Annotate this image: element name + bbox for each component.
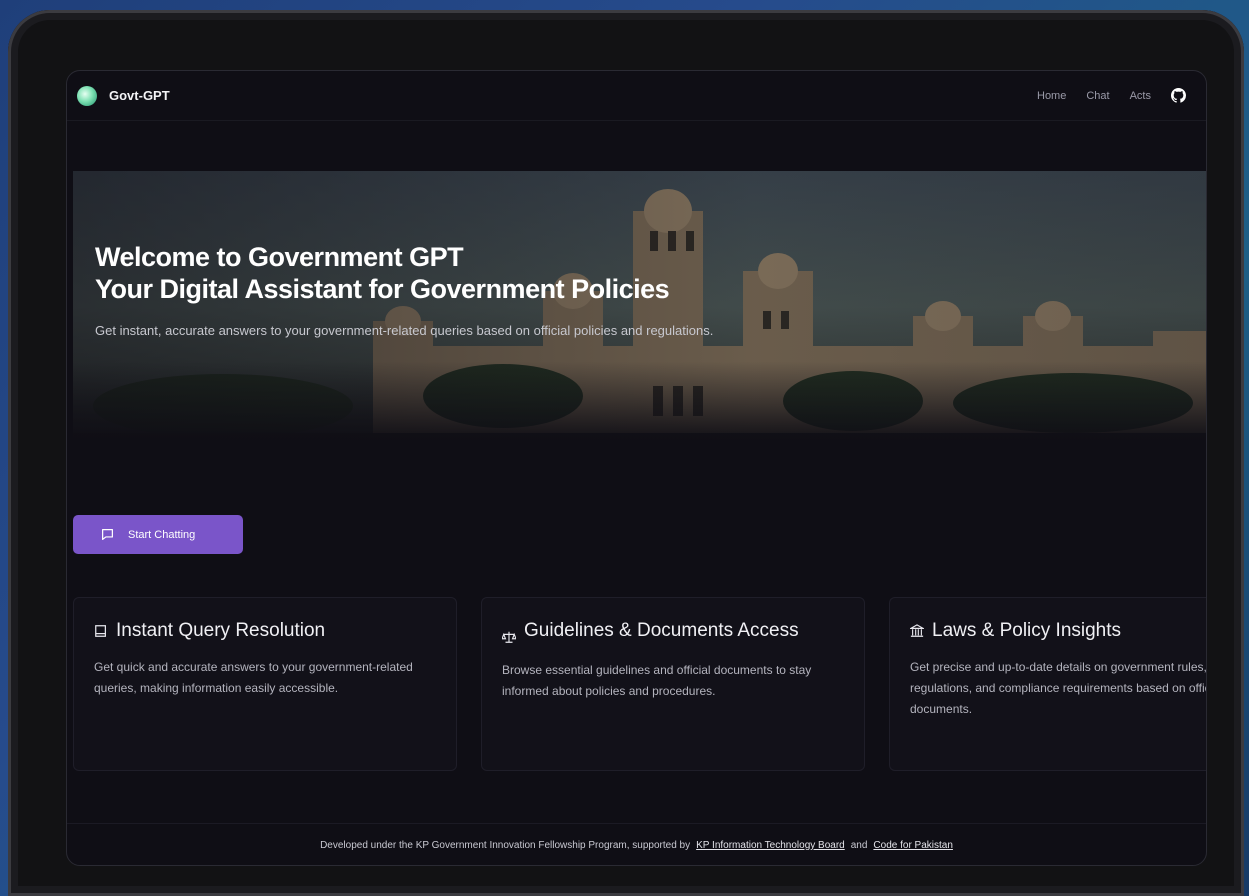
hero-subtitle: Get instant, accurate answers to your go…	[95, 323, 714, 338]
hero-title-line2: Your Digital Assistant for Government Po…	[95, 274, 670, 304]
feature-cards: Instant Query Resolution Get quick and a…	[73, 597, 1207, 771]
nav-link-home[interactable]: Home	[1037, 90, 1066, 102]
hero-text: Welcome to Government GPT Your Digital A…	[95, 241, 815, 342]
navbar: Govt-GPT Home Chat Acts	[67, 71, 1206, 121]
footer: Developed under the KP Government Innova…	[67, 823, 1206, 865]
card-body: Get precise and up-to-date details on go…	[910, 660, 1207, 716]
code-for-pakistan-link[interactable]: Code for Pakistan	[873, 840, 953, 851]
card-body: Browse essential guidelines and official…	[502, 663, 812, 698]
brand[interactable]: Govt-GPT	[77, 85, 170, 106]
brand-name: Govt-GPT	[109, 88, 170, 103]
app-logo	[77, 85, 97, 106]
card-title: Guidelines & Documents Access	[524, 620, 799, 641]
nav-link-acts[interactable]: Acts	[1130, 90, 1151, 102]
scale-icon	[502, 631, 516, 643]
footer-text: Developed under the KP Government Innova…	[320, 840, 691, 851]
card-title: Laws & Policy Insights	[932, 620, 1122, 641]
tablet-frame: Govt-GPT Home Chat Acts Welcome to Gover…	[8, 10, 1244, 896]
hero-title-line1: Welcome to Government GPT	[95, 242, 464, 272]
github-icon[interactable]	[1171, 88, 1186, 103]
card-body: Get quick and accurate answers to your g…	[94, 660, 413, 695]
start-chatting-button[interactable]: Start Chatting	[73, 515, 243, 554]
chat-bubble-icon	[102, 529, 113, 540]
app-screen: Govt-GPT Home Chat Acts Welcome to Gover…	[66, 70, 1207, 866]
landmark-icon	[910, 624, 924, 637]
kp-itb-link[interactable]: KP Information Technology Board	[696, 840, 845, 851]
footer-and: and	[850, 840, 868, 851]
feature-card: Guidelines & Documents Access Browse ess…	[481, 597, 865, 771]
start-chatting-label: Start Chatting	[128, 528, 196, 541]
feature-card: Laws & Policy Insights Get precise and u…	[889, 597, 1207, 771]
feature-card: Instant Query Resolution Get quick and a…	[73, 597, 457, 771]
book-icon	[95, 625, 106, 637]
card-title: Instant Query Resolution	[116, 620, 326, 641]
hero-banner: Welcome to Government GPT Your Digital A…	[73, 171, 1206, 443]
nav-link-chat[interactable]: Chat	[1086, 90, 1109, 102]
nav-links: Home Chat Acts	[1037, 88, 1186, 103]
